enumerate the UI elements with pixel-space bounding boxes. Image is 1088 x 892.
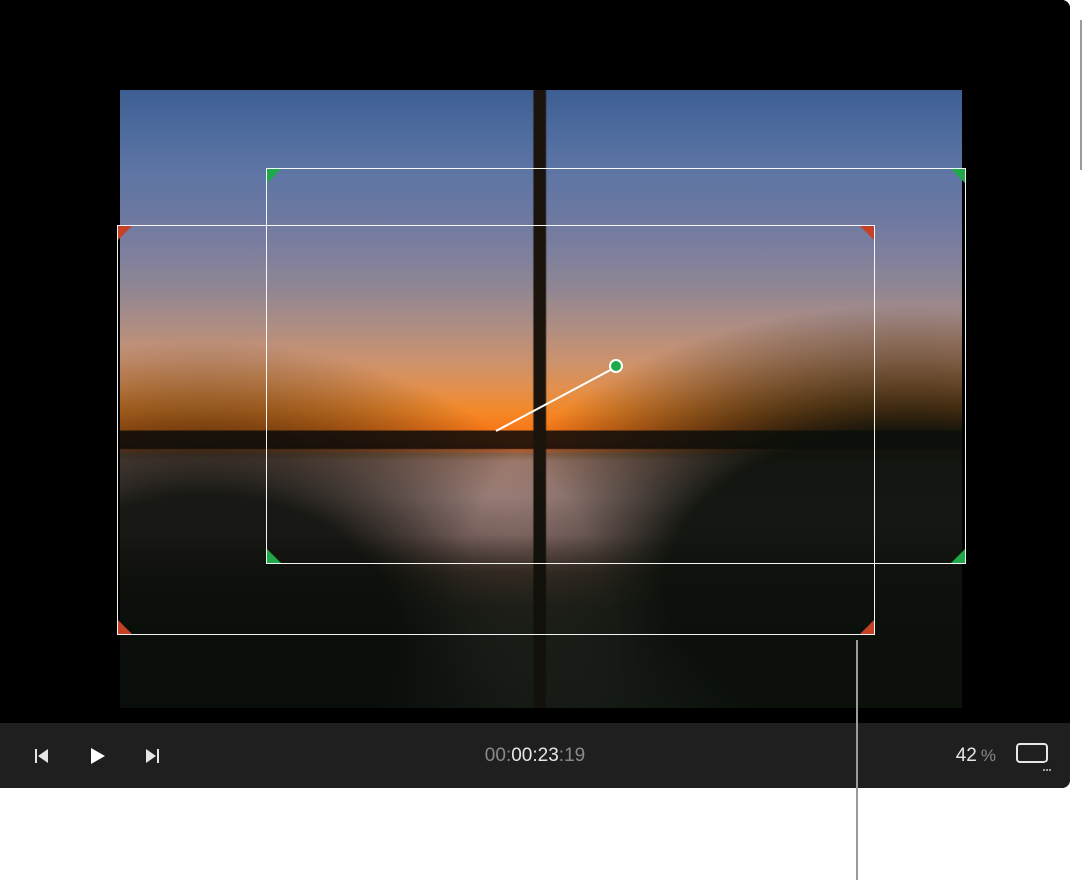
start-handle-br[interactable] [860,620,874,634]
end-handle-br[interactable] [951,549,965,563]
playback-controls [0,743,166,769]
start-handle-bl[interactable] [118,620,132,634]
end-handle-bl[interactable] [267,549,281,563]
previous-frame-button[interactable] [28,743,54,769]
end-handle-tr[interactable] [951,169,965,183]
timecode-display[interactable]: 00 : 00 : 23 : 19 [485,745,585,767]
start-handle-tl[interactable] [118,226,132,240]
viewer-toolbar: 00 : 00 : 23 : 19 42 % [0,723,1070,788]
ellipsis-icon [1042,762,1052,772]
tc-minutes: 00 [511,745,532,767]
next-frame-button[interactable] [140,743,166,769]
video-editor-window: 00 : 00 : 23 : 19 42 % [0,0,1070,788]
preview-viewer[interactable] [0,0,1070,723]
callout-leader-top [1080,20,1082,170]
play-button[interactable] [84,743,110,769]
tc-frames: 19 [564,745,585,767]
tc-seconds: 23 [538,745,559,767]
end-handle-tl[interactable] [267,169,281,183]
percent-icon: % [981,746,996,766]
kenburns-motion-end-dot[interactable] [609,359,623,373]
view-options-button[interactable] [1016,741,1050,770]
callout-leader-bottom [856,640,858,880]
zoom-control[interactable]: 42 % [956,745,996,767]
tc-hours: 00 [485,745,506,767]
zoom-value: 42 [956,745,977,767]
